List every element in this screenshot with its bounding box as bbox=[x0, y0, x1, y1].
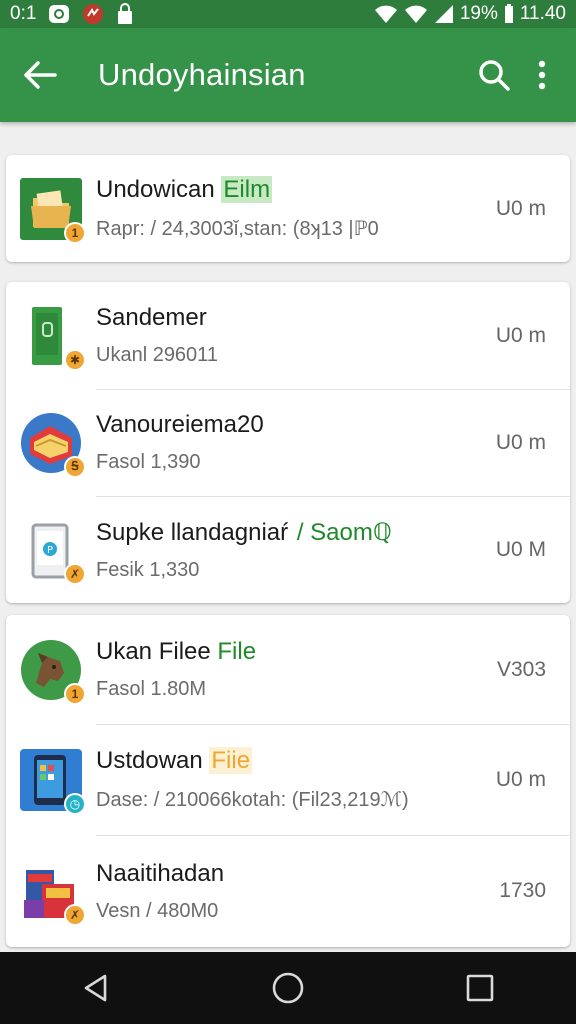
item-name-highlight bbox=[264, 411, 268, 438]
badge-icon: ◷ bbox=[64, 792, 86, 815]
battery-icon bbox=[504, 4, 514, 24]
system-nav-bar bbox=[0, 952, 576, 1024]
badge-icon: ✗ bbox=[64, 904, 86, 926]
home-circle-icon[interactable] bbox=[258, 958, 318, 1018]
item-name-highlight: / Saomℚ bbox=[296, 518, 392, 546]
battery-percent: 19% bbox=[459, 3, 498, 24]
item-name: Vanoureiema20 bbox=[96, 411, 466, 439]
item-subtitle: Fasol 1,390 bbox=[96, 451, 201, 473]
tablet-icon: P ✗ bbox=[20, 519, 86, 585]
item-size: U0 m bbox=[495, 196, 546, 220]
status-left: 0:1 bbox=[10, 3, 134, 25]
item-name-text: Naaitihadan bbox=[96, 859, 225, 887]
file-group-card: 1 Ukan Filee File Fasol 1.80M V303 ◷ Ust… bbox=[6, 615, 570, 947]
status-clock: 11.40 bbox=[519, 3, 566, 24]
item-subtitle: Vesn / 480M0 bbox=[96, 899, 219, 922]
item-subtitle: Dase: / 210066kotah: (Fil23,219ℳ) bbox=[96, 789, 409, 811]
item-name: Supke llandagniaŕ / Saomℚ bbox=[96, 518, 466, 547]
item-name: Naaitihadan bbox=[96, 860, 466, 888]
item-subtitle: Ukanl 296011 bbox=[96, 344, 218, 366]
badge-icon: Ꭶ bbox=[64, 455, 86, 478]
boxes-icon: ✗ bbox=[20, 860, 86, 926]
badge-icon: ✗ bbox=[64, 562, 86, 585]
item-texts: Sandemer Ukanl 296011 bbox=[96, 304, 466, 367]
item-size: V303 bbox=[496, 657, 546, 681]
item-name-text: Ustdowan bbox=[96, 747, 210, 774]
toolbar: Undoyhainsian bbox=[0, 28, 576, 122]
book-icon: Ꭶ bbox=[20, 412, 86, 478]
item-name: Ukan Filee File bbox=[96, 638, 466, 666]
item-texts: Vanoureiema20 Fasol 1,390 bbox=[96, 411, 466, 474]
recents-square-icon[interactable] bbox=[450, 958, 510, 1018]
status-right: 19% 11.40 bbox=[374, 3, 566, 25]
smartphone-icon: ◷ bbox=[20, 748, 86, 815]
item-size: U0 M bbox=[495, 537, 546, 561]
badge-icon: ✱ bbox=[64, 348, 86, 371]
item-name-text: Ukan Filee bbox=[96, 638, 218, 665]
file-group-card: 1 Undowican Eilm Rapr: / 24,3003ǐ,stan: … bbox=[6, 155, 570, 262]
file-group-card: ✱ Sandemer Ukanl 296011 U0 m Ꭶ Vanoureie… bbox=[6, 282, 570, 603]
item-name-highlight: Eilm bbox=[221, 176, 273, 203]
badge-icon: 1 bbox=[64, 682, 86, 705]
status-time-left: 0:1 bbox=[10, 3, 37, 24]
app-icon bbox=[48, 4, 70, 24]
item-name: Sandemer bbox=[96, 304, 466, 332]
wifi-icon bbox=[404, 4, 428, 24]
back-arrow-icon[interactable] bbox=[20, 55, 60, 95]
phone-icon: ✱ bbox=[20, 305, 86, 371]
item-size: U0 m bbox=[495, 767, 546, 791]
item-name-text: Sandemer bbox=[96, 304, 207, 331]
list-item[interactable]: 1 Ukan Filee File Fasol 1.80M V303 bbox=[6, 615, 570, 724]
item-name-text: Supke llandagniaŕ bbox=[96, 518, 295, 546]
badge-icon: 1 bbox=[64, 221, 86, 244]
item-name: Undowican Eilm bbox=[96, 176, 466, 204]
wifi-icon bbox=[374, 4, 398, 24]
list-item[interactable]: 1 Undowican Eilm Rapr: / 24,3003ǐ,stan: … bbox=[6, 155, 570, 262]
item-texts: Undowican Eilm Rapr: / 24,3003ǐ,stan: (8… bbox=[96, 176, 466, 241]
item-subtitle: Fesik 1,330 bbox=[96, 558, 200, 581]
item-size: U0 m bbox=[495, 430, 546, 454]
item-name-highlight: Fiie bbox=[209, 747, 253, 774]
item-name-highlight bbox=[224, 860, 228, 887]
item-subtitle: Rapr: / 24,3003ǐ,stan: (8ʞ13 |ℙ0 bbox=[96, 218, 379, 240]
item-texts: Naaitihadan Vesn / 480M0 bbox=[96, 860, 466, 923]
item-name-text: Undowican bbox=[96, 176, 222, 203]
page-title: Undoyhainsian bbox=[98, 57, 306, 92]
notification-icon bbox=[82, 3, 104, 25]
item-name-highlight bbox=[207, 304, 211, 331]
item-subtitle: Fasol 1.80M bbox=[96, 678, 207, 700]
status-bar: 0:1 19% 11.40 bbox=[0, 0, 576, 28]
search-icon[interactable] bbox=[474, 55, 514, 95]
list-item[interactable]: Ꭶ Vanoureiema20 Fasol 1,390 U0 m bbox=[6, 389, 570, 496]
dog-icon: 1 bbox=[20, 639, 86, 705]
svg-text:P: P bbox=[47, 545, 53, 556]
signal-icon bbox=[434, 4, 454, 24]
item-texts: Supke llandagniaŕ / Saomℚ Fesik 1,330 bbox=[96, 518, 466, 582]
list-item[interactable]: ✱ Sandemer Ukanl 296011 U0 m bbox=[6, 282, 570, 389]
item-name-highlight: File bbox=[217, 638, 257, 665]
item-texts: Ukan Filee File Fasol 1.80M bbox=[96, 638, 466, 701]
item-name: Ustdowan Fiie bbox=[96, 747, 466, 775]
list-item[interactable]: ◷ Ustdowan Fiie Dase: / 210066kotah: (Fi… bbox=[6, 724, 570, 835]
back-triangle-icon[interactable] bbox=[66, 958, 126, 1018]
list-item[interactable]: ✗ Naaitihadan Vesn / 480M0 1730 bbox=[6, 835, 570, 947]
item-size: U0 m bbox=[495, 323, 546, 347]
item-size: 1730 bbox=[499, 879, 546, 902]
folder-icon: 1 bbox=[20, 177, 86, 244]
lock-icon bbox=[116, 3, 134, 25]
more-vert-icon[interactable] bbox=[522, 55, 562, 95]
item-texts: Ustdowan Fiie Dase: / 210066kotah: (Fil2… bbox=[96, 747, 466, 812]
list-item[interactable]: P ✗ Supke llandagniaŕ / Saomℚ Fesik 1,33… bbox=[6, 496, 570, 603]
item-name-text: Vanoureiema20 bbox=[96, 411, 264, 438]
